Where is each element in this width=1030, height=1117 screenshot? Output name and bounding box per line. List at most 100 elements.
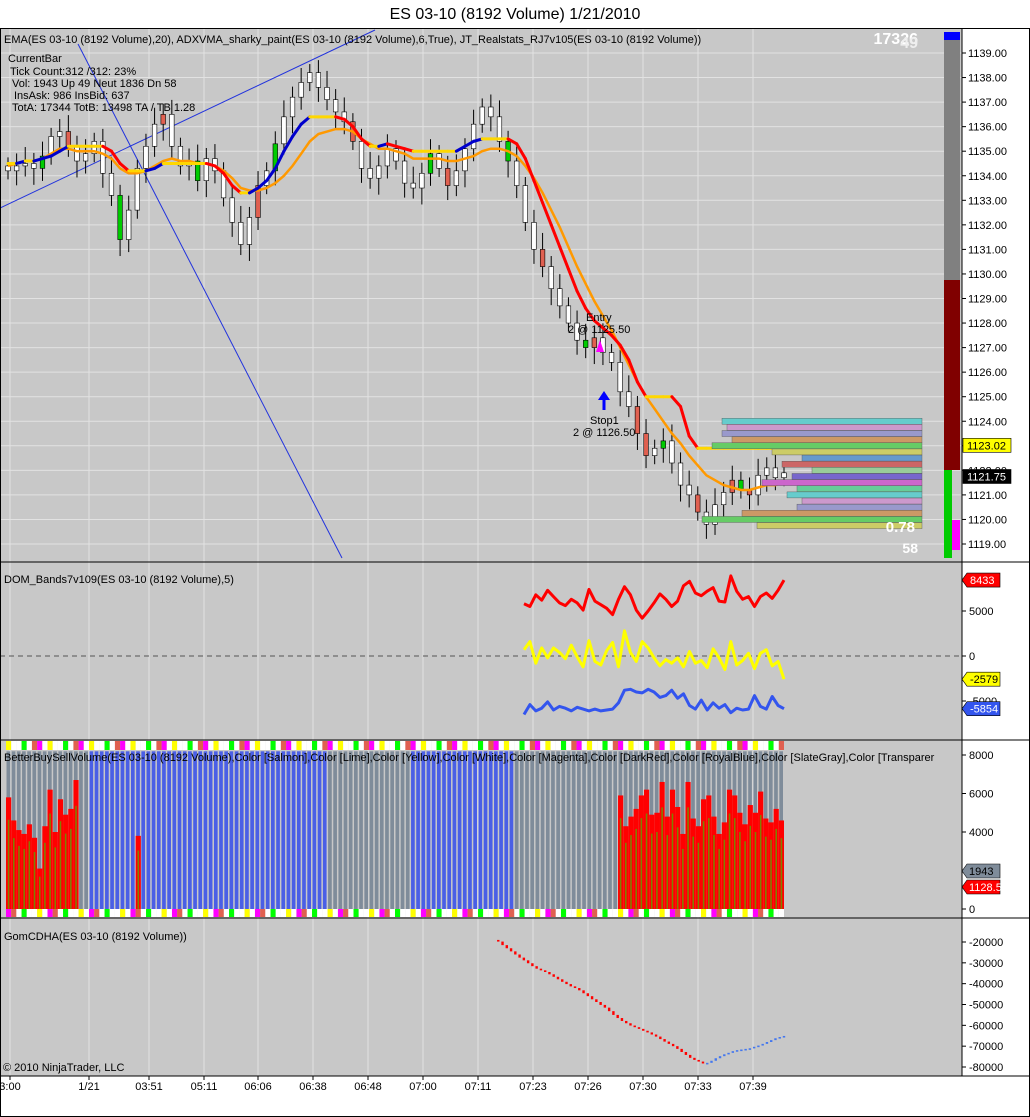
volume-bar — [509, 751, 514, 909]
candle-body — [419, 172, 425, 189]
volume-bar — [369, 751, 374, 909]
volume-strip-top — [52, 741, 58, 750]
volume-olive-bar — [728, 813, 731, 909]
price-tick-label: 1128.00 — [968, 318, 1007, 330]
volume-strip-bottom — [524, 909, 530, 917]
volume-strip-top — [26, 741, 32, 750]
volume-bar — [89, 751, 94, 909]
volume-strip-bottom — [83, 909, 89, 917]
volume-strip-top — [151, 741, 157, 750]
volume-strip-top — [545, 741, 551, 750]
gom-legend: GomCDHA(ES 03-10 (8192 Volume)) — [4, 931, 187, 943]
gom-bar — [509, 948, 513, 952]
volume-strip-bottom — [63, 909, 69, 917]
volume-bar — [271, 751, 275, 909]
volume-strip-bottom — [426, 909, 432, 917]
volume-bar — [105, 751, 109, 909]
volume-strip-top — [400, 741, 406, 750]
gom-bar — [697, 1059, 700, 1062]
volume-strip-top — [742, 741, 748, 750]
volume-olive-bar — [625, 842, 627, 909]
volume-olive-bar — [775, 828, 777, 909]
volume-strip-bottom — [763, 909, 769, 917]
volume-strip-top — [234, 741, 240, 750]
gom-bar — [744, 1048, 747, 1051]
volume-bar — [400, 751, 405, 909]
candle-body — [548, 266, 554, 289]
volume-strip-bottom — [462, 909, 468, 917]
vol-tick-label: 0 — [969, 904, 975, 916]
volume-strip-bottom — [337, 909, 344, 917]
strength-bar-magenta — [952, 520, 960, 550]
gom-bar — [552, 974, 555, 977]
volume-strip-top — [140, 741, 147, 750]
volume-strip-top — [280, 741, 287, 750]
volume-olive-bar — [137, 850, 140, 909]
volume-bar — [193, 751, 197, 909]
volume-strip-top — [571, 741, 577, 750]
volume-strip-bottom — [529, 909, 536, 917]
volume-strip-bottom — [171, 909, 178, 917]
candle-body — [384, 148, 390, 167]
volume-strip-bottom — [317, 909, 323, 917]
volume-bar — [390, 751, 394, 909]
volume-strip-top — [773, 741, 779, 750]
x-tick-label: 1/21 — [78, 1081, 99, 1093]
volume-bar — [613, 751, 618, 909]
gom-tick-label: -80000 — [969, 1062, 1003, 1074]
volume-strip-bottom — [88, 909, 95, 917]
volume-olive-bar — [64, 833, 67, 909]
volume-strip-bottom — [695, 909, 702, 917]
volume-strip-top — [249, 741, 255, 750]
volume-strip-bottom — [732, 909, 738, 917]
volume-profile-bar — [771, 448, 923, 456]
gom-tick-label: -30000 — [969, 958, 1003, 970]
stop-detail: 2 @ 1126.50 — [573, 427, 635, 439]
volume-strip-top — [452, 741, 458, 750]
volume-strip-bottom — [395, 909, 401, 917]
volume-olive-bar — [692, 836, 695, 909]
volume-strip-top — [363, 741, 370, 750]
volume-strip-top — [21, 741, 27, 750]
gom-bar — [650, 1032, 653, 1035]
volume-strip-top — [524, 741, 530, 750]
volume-bar — [343, 751, 348, 909]
volume-strip-top — [477, 741, 484, 750]
x-tick-label: 07:00 — [409, 1081, 437, 1093]
strength-bar-gray — [944, 32, 960, 280]
gom-bar — [501, 941, 504, 946]
gom-bar — [612, 1011, 615, 1015]
candle-body — [677, 462, 684, 486]
candle-body — [57, 131, 63, 137]
candle-body — [74, 145, 80, 162]
volume-strip-top — [695, 741, 702, 750]
gom-bar — [599, 1002, 602, 1005]
price-legend: EMA(ES 03-10 (8192 Volume),20), ADXVMA_s… — [4, 34, 701, 46]
volume-strip-top — [223, 741, 230, 750]
volume-bar — [110, 751, 114, 909]
volume-strip-top — [348, 741, 354, 750]
volume-strip-bottom — [73, 909, 79, 917]
volume-strip-bottom — [711, 909, 717, 917]
dom-tick-label: 0 — [969, 651, 975, 663]
volume-strip-bottom — [358, 909, 364, 917]
volume-bar — [411, 751, 415, 909]
volume-bar — [172, 751, 177, 909]
volume-strip-top — [254, 741, 261, 750]
volume-strip-bottom — [42, 909, 48, 917]
volume-strip-bottom — [177, 909, 183, 917]
volume-bar — [385, 751, 389, 909]
volume-profile-bar — [786, 491, 923, 499]
price-tick-label: 1132.00 — [968, 220, 1007, 232]
volume-strip-bottom — [296, 909, 302, 917]
volume-profile-bar — [801, 454, 923, 462]
volume-strip-bottom — [120, 909, 126, 917]
volume-strip-bottom — [130, 909, 136, 917]
volume-strip-top — [669, 741, 676, 750]
volume-strip-bottom — [146, 909, 152, 917]
gom-bar — [710, 1060, 713, 1063]
price-tick-label: 1138.00 — [968, 73, 1007, 85]
volume-strip-bottom — [291, 909, 297, 917]
volume-bar — [395, 751, 400, 909]
volume-olive-bar — [70, 828, 72, 909]
